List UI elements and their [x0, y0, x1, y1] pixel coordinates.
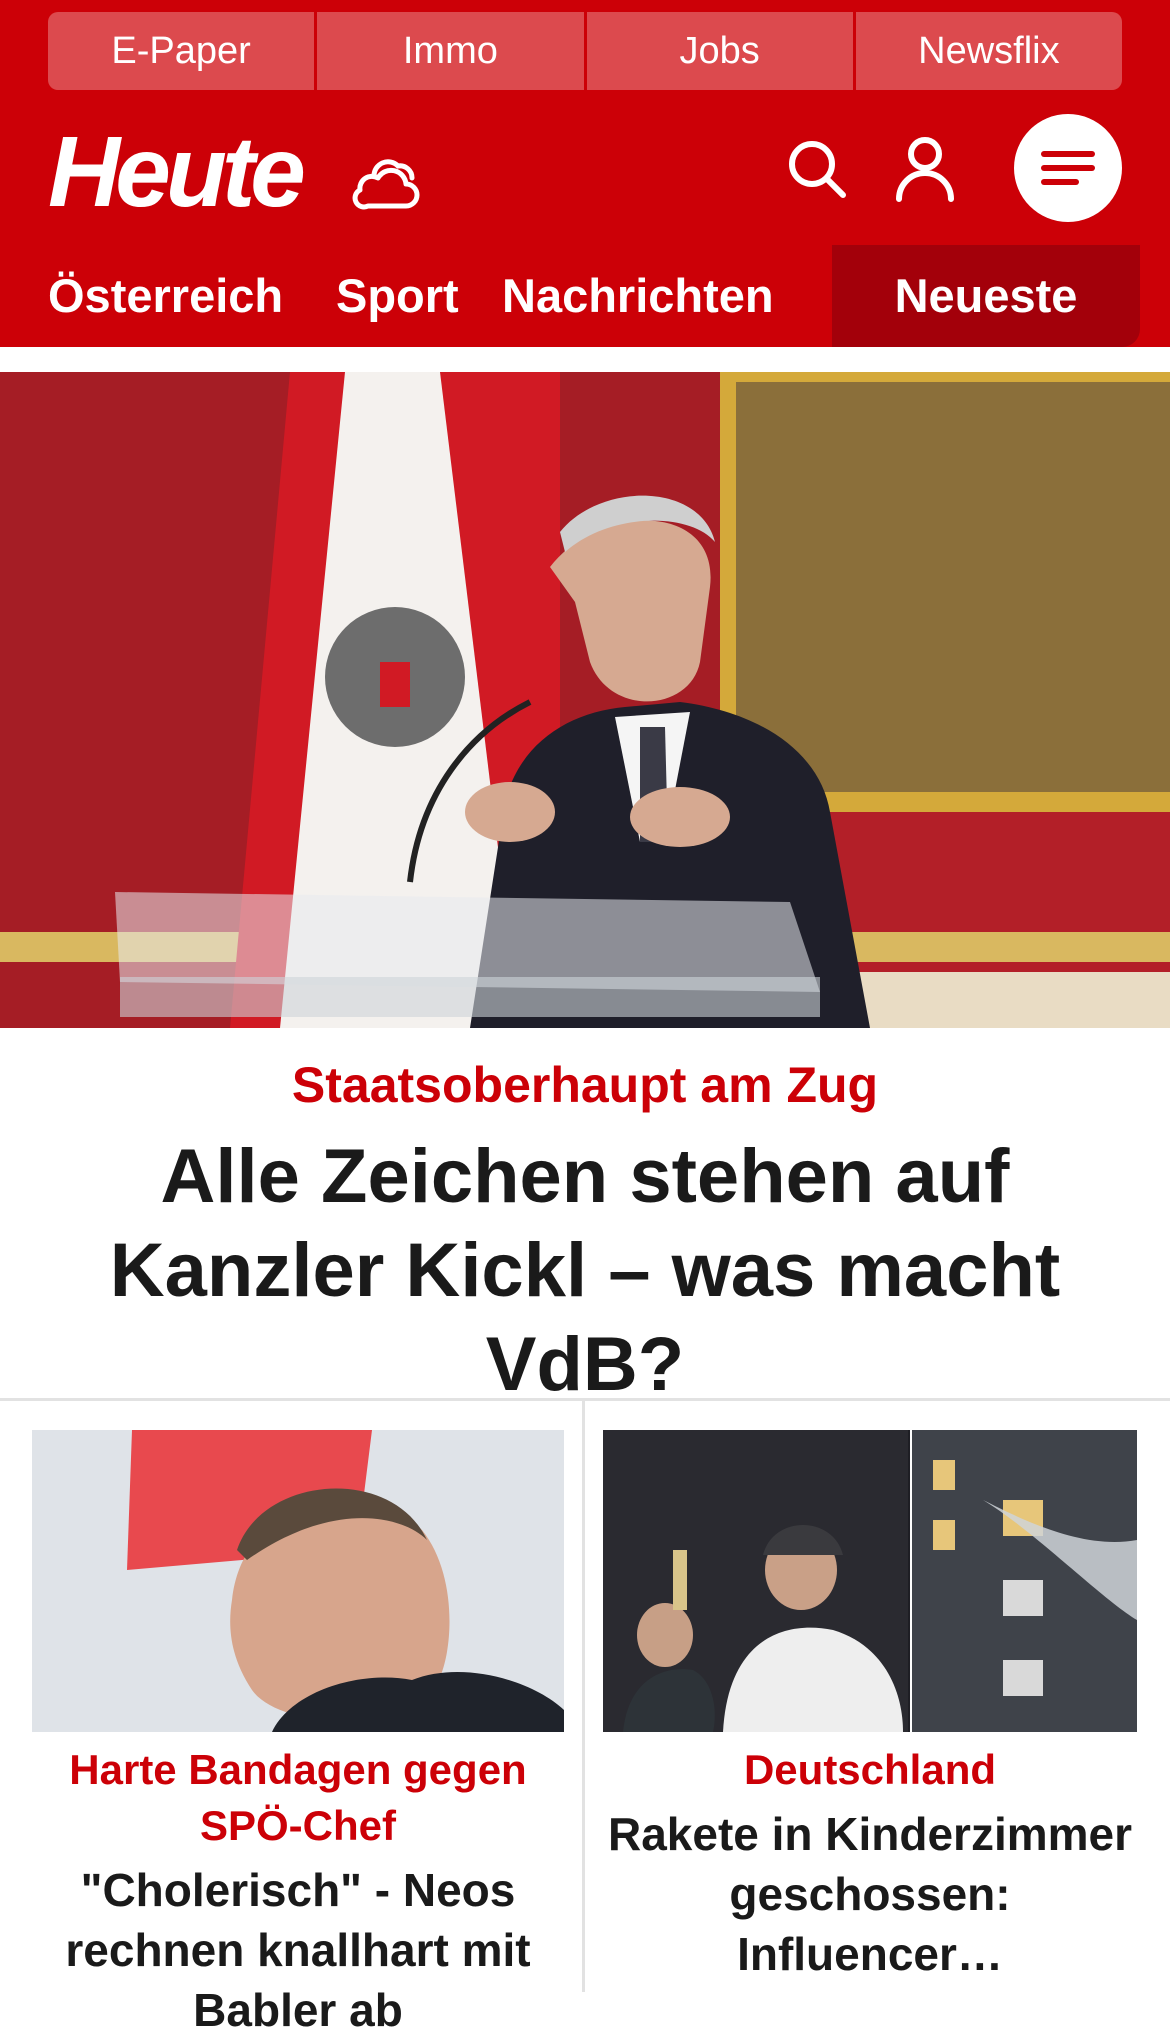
article-card-kicker[interactable]: Deutschland — [603, 1742, 1137, 1798]
hero-article-kicker[interactable]: Staatsoberhaupt am Zug — [0, 1050, 1170, 1120]
main-navigation: Österreich Sport Nachrichten Neueste — [0, 245, 1170, 347]
weather-icon[interactable] — [348, 152, 420, 216]
nav-item-sport[interactable]: Sport — [336, 245, 459, 347]
nav-item-oesterreich[interactable]: Österreich — [48, 245, 283, 347]
quicklink-immo[interactable]: Immo — [317, 12, 587, 90]
nav-item-nachrichten[interactable]: Nachrichten — [502, 245, 774, 347]
article-card-title[interactable]: "Cholerisch" - Neos rechnen knallhart mi… — [32, 1860, 564, 2040]
article-card-image[interactable] — [603, 1430, 1137, 1732]
quicklink-epaper[interactable]: E-Paper — [48, 12, 318, 90]
hero-article-title[interactable]: Alle Zeichen stehen auf Kanzler Kickl – … — [30, 1130, 1140, 1412]
column-divider — [582, 1401, 585, 1992]
quicklink-jobs[interactable]: Jobs — [587, 12, 856, 90]
user-icon[interactable] — [894, 136, 956, 202]
article-card[interactable]: Harte Bandagen gegen SPÖ-Chef "Cholerisc… — [32, 1430, 564, 2040]
article-card-image[interactable] — [32, 1430, 564, 1732]
hero-article-image[interactable] — [0, 372, 1170, 1028]
site-header: E-Paper Immo Jobs Newsflix Heute — [0, 0, 1170, 245]
menu-button[interactable] — [1014, 114, 1122, 222]
article-card-kicker[interactable]: Harte Bandagen gegen SPÖ-Chef — [32, 1742, 564, 1854]
heute-logo[interactable]: Heute — [48, 122, 306, 222]
menu-icon — [1041, 151, 1095, 185]
search-icon[interactable] — [786, 138, 848, 200]
quicklink-newsflix[interactable]: Newsflix — [856, 12, 1122, 90]
article-card[interactable]: Deutschland Rakete in Kinderzimmer gesch… — [603, 1430, 1137, 1984]
section-divider — [0, 1398, 1170, 1401]
quicklinks-bar: E-Paper Immo Jobs Newsflix — [48, 12, 1122, 90]
article-card-title[interactable]: Rakete in Kinderzimmer geschossen: Influ… — [603, 1804, 1137, 1984]
nav-item-neueste[interactable]: Neueste — [832, 245, 1140, 347]
